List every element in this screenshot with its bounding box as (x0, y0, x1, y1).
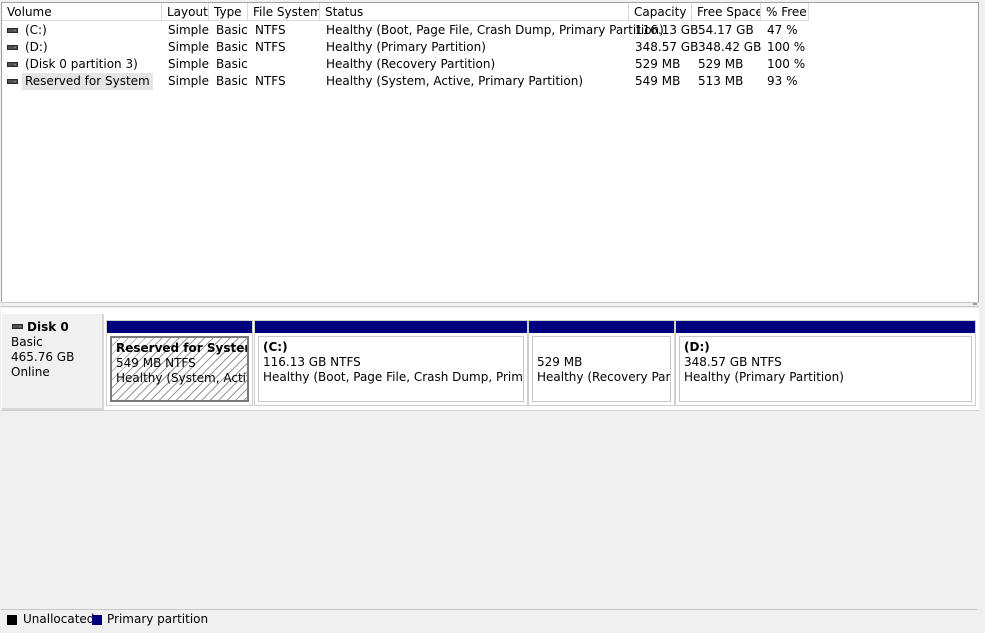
partition-c[interactable]: (C:) 116.13 GB NTFS Healthy (Boot, Page … (254, 320, 528, 406)
disk-info[interactable]: Disk 0 Basic 465.76 GB Online (2, 314, 104, 410)
volume-layout: Simple (168, 57, 209, 71)
volume-name: (Disk 0 partition 3) (25, 57, 138, 71)
disk-type: Basic (11, 335, 43, 349)
partition-type-bar (529, 321, 674, 333)
partition-d[interactable]: (D:) 348.57 GB NTFS Healthy (Primary Par… (675, 320, 976, 406)
volume-type: Basic (216, 74, 248, 88)
partition-type-bar (255, 321, 527, 333)
volume-free-space: 348.42 GB (698, 40, 762, 54)
volume-capacity: 529 MB (635, 57, 681, 71)
volume-file-system: NTFS (255, 40, 286, 54)
volume-layout: Simple (168, 23, 209, 37)
partition-type-bar (676, 321, 975, 333)
column-header-percent-free[interactable]: % Free (761, 3, 809, 21)
disk-size: 465.76 GB (11, 350, 75, 364)
volume-free-space: 529 MB (698, 57, 744, 71)
drive-icon (7, 45, 18, 50)
volume-type: Basic (216, 40, 248, 54)
disk-icon (12, 324, 23, 329)
volume-file-system: NTFS (255, 74, 286, 88)
partition-status: Healthy (System, Active, Primary Partiti… (116, 371, 247, 385)
volume-row[interactable]: Reserved for System Simple Basic NTFS He… (2, 73, 978, 90)
legend-primary-partition: Primary partition (107, 612, 209, 626)
partition-name (537, 340, 670, 355)
disk-name: Disk 0 (27, 320, 69, 334)
volume-name: Reserved for System (22, 73, 153, 90)
volume-type: Basic (216, 23, 248, 37)
drive-icon (7, 62, 18, 67)
partition-name: (D:) (684, 340, 710, 354)
volume-status: Healthy (Primary Partition) (326, 40, 486, 54)
volume-capacity: 549 MB (635, 74, 681, 88)
column-header-free-space[interactable]: Free Space (692, 3, 761, 21)
volume-percent-free: 100 % (767, 57, 806, 71)
column-header-layout[interactable]: Layout (162, 3, 209, 21)
disk-title: Disk 0 (11, 320, 102, 335)
partition-status: Healthy (Recovery Partition) (537, 370, 671, 384)
drive-icon (7, 79, 18, 84)
disk-map-pane[interactable]: Disk 0 Basic 465.76 GB Online Reserved f… (1, 308, 979, 608)
partition-details: (C:) 116.13 GB NTFS Healthy (Boot, Page … (258, 336, 524, 402)
legend-unallocated: Unallocated (23, 612, 95, 626)
volume-free-space: 54.17 GB (698, 23, 754, 37)
column-header-type[interactable]: Type (209, 3, 248, 21)
partition-type-bar (107, 321, 252, 333)
volume-status: Healthy (System, Active, Primary Partiti… (326, 74, 584, 88)
volume-name: (C:) (25, 23, 47, 37)
partition-status: Healthy (Boot, Page File, Crash Dump, Pr… (263, 370, 523, 384)
drive-icon (7, 28, 18, 33)
primary-partition-swatch (92, 615, 102, 625)
column-header-capacity[interactable]: Capacity (629, 3, 692, 21)
volume-row[interactable]: (D:) Simple Basic NTFS Healthy (Primary … (2, 39, 978, 56)
partition-recovery[interactable]: 529 MB Healthy (Recovery Partition) (528, 320, 675, 406)
volume-free-space: 513 MB (698, 74, 744, 88)
volume-list[interactable]: Volume Layout Type File System Status Ca… (1, 2, 979, 303)
partition-name: (C:) (263, 340, 288, 354)
volume-capacity: 348.57 GB (635, 40, 699, 54)
partition-details: (D:) 348.57 GB NTFS Healthy (Primary Par… (679, 336, 972, 402)
volume-percent-free: 93 % (767, 74, 798, 88)
volume-status: Healthy (Boot, Page File, Crash Dump, Pr… (326, 23, 664, 37)
volume-capacity: 116.13 GB (635, 23, 699, 37)
partition-details: Reserved for System 549 MB NTFS Healthy … (110, 336, 249, 402)
column-header-volume[interactable]: Volume (2, 3, 162, 21)
partition-reserved-for-system[interactable]: Reserved for System 549 MB NTFS Healthy … (106, 320, 253, 406)
volume-row[interactable]: (Disk 0 partition 3) Simple Basic Health… (2, 56, 978, 73)
partition-size: 549 MB NTFS (116, 356, 196, 370)
column-header-status[interactable]: Status (320, 3, 629, 21)
disk-state: Online (11, 365, 50, 379)
unallocated-swatch (7, 615, 17, 625)
legend: Unallocated Primary partition (1, 609, 977, 629)
partition-size: 116.13 GB NTFS (263, 355, 361, 369)
volume-file-system: NTFS (255, 23, 286, 37)
volume-name: (D:) (25, 40, 48, 54)
volume-percent-free: 100 % (767, 40, 806, 54)
partition-name: Reserved for System (116, 341, 249, 355)
partition-size: 348.57 GB NTFS (684, 355, 782, 369)
volume-list-header: Volume Layout Type File System Status Ca… (2, 3, 978, 22)
volume-layout: Simple (168, 40, 209, 54)
partition-size: 529 MB (537, 355, 583, 369)
volume-status: Healthy (Recovery Partition) (326, 57, 496, 71)
volume-layout: Simple (168, 74, 209, 88)
pane-splitter[interactable] (1, 302, 979, 307)
volume-type: Basic (216, 57, 248, 71)
partition-details: 529 MB Healthy (Recovery Partition) (532, 336, 671, 402)
partition-status: Healthy (Primary Partition) (684, 370, 844, 384)
volume-row[interactable]: (C:) Simple Basic NTFS Healthy (Boot, Pa… (2, 22, 978, 39)
volume-percent-free: 47 % (767, 23, 798, 37)
column-header-file-system[interactable]: File System (248, 3, 320, 21)
